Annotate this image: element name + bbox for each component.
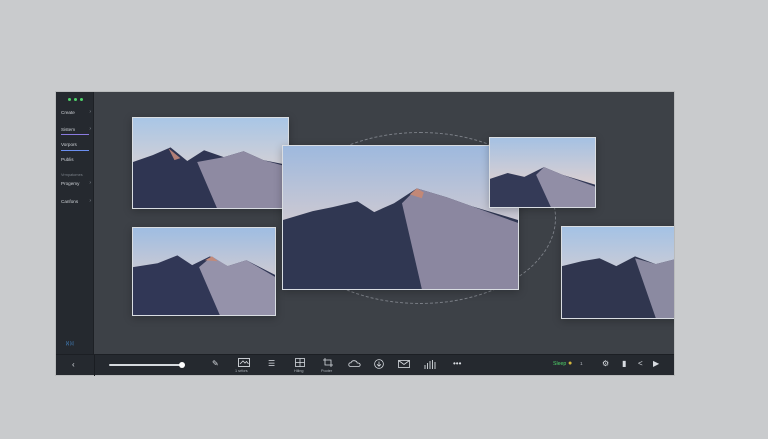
brush-icon[interactable]: ✎ xyxy=(212,360,219,368)
sidebar-item-label: Vorpors xyxy=(61,142,77,147)
mountain-card-4[interactable] xyxy=(489,137,596,208)
mountain-image xyxy=(133,228,275,315)
item-count: 1 xyxy=(580,362,583,367)
chevron-left-icon[interactable]: ‹ xyxy=(72,361,75,369)
mountain-image xyxy=(490,138,595,207)
sidebar-footer-icons[interactable]: ᛞ ᛞ xyxy=(66,341,73,347)
download-icon[interactable] xyxy=(374,359,384,369)
zoom-slider-thumb[interactable] xyxy=(179,362,185,368)
chevron-right-icon: › xyxy=(89,180,91,186)
more-icon[interactable]: ••• xyxy=(453,360,461,368)
layout-icon[interactable]: ▮ xyxy=(622,360,626,368)
mountain-image xyxy=(133,118,288,208)
chevron-right-icon: › xyxy=(89,198,91,204)
app-window: Create › Sistem › Vorpors Publis Vrrnpat… xyxy=(56,92,674,376)
sidebar-item-label: Publis xyxy=(61,157,74,162)
play-icon[interactable]: ▶ xyxy=(653,360,659,368)
mountain-card-1[interactable] xyxy=(132,117,289,209)
minimize-dot[interactable] xyxy=(74,98,77,101)
sidebar-item-label: Progemy xyxy=(61,181,80,186)
sidebar-item-progemy[interactable]: Progemy › xyxy=(61,178,91,189)
sidebar-item-canfons[interactable]: Canfons › xyxy=(61,196,91,207)
sidebar-item-create[interactable]: Create › xyxy=(61,107,91,118)
cloud-icon[interactable] xyxy=(348,360,361,367)
sidebar-item-vorpors[interactable]: Vorpors xyxy=(61,139,91,150)
mountain-card-2[interactable] xyxy=(132,227,276,316)
sidebar-item-label: Canfons xyxy=(61,199,79,204)
bottom-toolbar: ‹ ✎ 1 srfors ☰ Hiling Pooter ••• Sleep ●… xyxy=(56,354,674,376)
sidebar-item-label: Create xyxy=(61,110,75,115)
chevron-right-icon: › xyxy=(89,109,91,115)
sidebar-item-publis[interactable]: Publis xyxy=(61,150,91,165)
text-lines-icon[interactable]: ☰ xyxy=(268,360,275,368)
mail-icon[interactable] xyxy=(398,360,410,368)
gear-icon[interactable]: ⚙ xyxy=(602,360,609,368)
share-icon[interactable]: < xyxy=(638,360,643,368)
mountain-image xyxy=(283,146,518,289)
selection-indicator xyxy=(61,150,89,151)
status-text: Sleep xyxy=(553,361,567,367)
sidebar-section-label: Vrrnpatomes xyxy=(61,173,83,177)
frame-tool-label: 1 srfors xyxy=(235,369,248,373)
stack-tool-label: Hiling xyxy=(294,369,304,373)
image-frame-icon[interactable] xyxy=(238,358,250,367)
close-dot[interactable] xyxy=(68,98,71,101)
mountain-card-3-selected[interactable] xyxy=(282,145,519,290)
sidebar: Create › Sistem › Vorpors Publis Vrrnpat… xyxy=(56,92,94,354)
mountain-image xyxy=(562,227,674,318)
drop-icon: ● xyxy=(568,360,573,367)
canvas[interactable] xyxy=(94,92,674,354)
crop-tool-label: Pooter xyxy=(321,369,333,373)
stack-icon[interactable] xyxy=(295,358,305,367)
crop-icon[interactable] xyxy=(323,358,333,367)
toolbar-divider xyxy=(94,355,95,376)
zoom-slider-track[interactable] xyxy=(109,364,182,366)
sidebar-item-sistem[interactable]: Sistem › xyxy=(61,124,91,135)
chevron-right-icon: › xyxy=(89,126,91,132)
audio-bars-icon[interactable] xyxy=(424,360,436,369)
mountain-card-5[interactable] xyxy=(561,226,674,319)
maximize-dot[interactable] xyxy=(80,98,83,101)
active-underline xyxy=(61,134,89,135)
window-controls[interactable] xyxy=(68,98,83,101)
